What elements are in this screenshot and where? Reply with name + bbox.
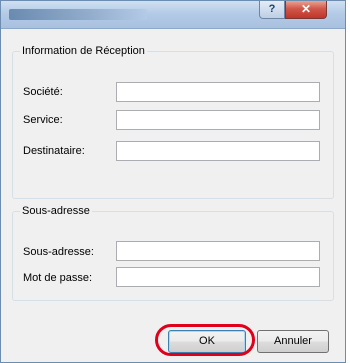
subaddress-title: Sous-adresse bbox=[20, 205, 92, 218]
company-label: Société: bbox=[23, 86, 63, 98]
recipient-input[interactable] bbox=[116, 141, 320, 161]
password-label: Mot de passe: bbox=[23, 272, 93, 284]
password-input[interactable] bbox=[116, 267, 320, 287]
dialog-window: ? ✕ Information de Réception Société: Se… bbox=[0, 0, 346, 363]
help-button[interactable]: ? bbox=[259, 1, 285, 19]
department-input[interactable] bbox=[116, 110, 320, 130]
department-label: Service: bbox=[23, 114, 63, 126]
help-icon: ? bbox=[268, 3, 276, 15]
title-bar[interactable]: ? ✕ bbox=[1, 1, 345, 29]
company-input[interactable] bbox=[116, 82, 320, 102]
cancel-button[interactable]: Annuler bbox=[257, 330, 329, 353]
blurred-title bbox=[9, 9, 147, 20]
reception-info-title: Information de Réception bbox=[20, 45, 147, 58]
close-icon: ✕ bbox=[300, 2, 312, 16]
subaddress-label: Sous-adresse: bbox=[23, 246, 94, 258]
recipient-label: Destinataire: bbox=[23, 145, 85, 157]
subaddress-input[interactable] bbox=[116, 241, 320, 261]
ok-button[interactable]: OK bbox=[168, 330, 246, 353]
close-button[interactable]: ✕ bbox=[285, 1, 327, 19]
